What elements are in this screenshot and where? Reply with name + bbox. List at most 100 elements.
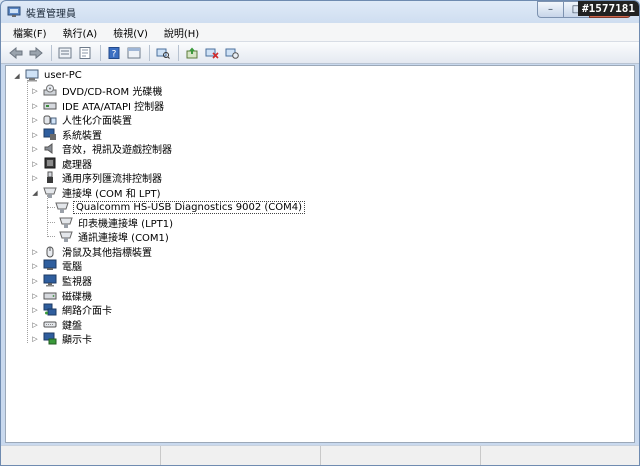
tree-item-sound[interactable]: ▷ 音效，視訊及遊戲控制器 (30, 141, 173, 156)
expand-arrow-icon[interactable]: ▷ (30, 159, 40, 169)
tree-item-keyboard[interactable]: ▷ 鍵盤 (30, 317, 83, 333)
status-segment (161, 446, 321, 465)
toolbar-separator (51, 44, 52, 61)
port-icon (59, 230, 73, 243)
expand-arrow-icon[interactable]: ▷ (30, 334, 40, 344)
window-title: 裝置管理員 (26, 8, 76, 20)
tree-connector (27, 78, 28, 343)
tree-item-com1[interactable]: 通訊連接埠 (COM1) (59, 229, 170, 244)
expand-arrow-icon[interactable]: ▷ (30, 291, 40, 301)
mouse-icon (43, 245, 57, 258)
svg-text:?: ? (112, 49, 117, 59)
forward-arrow-icon[interactable] (27, 44, 45, 62)
ide-controller-icon (43, 99, 57, 112)
status-segment (1, 446, 161, 465)
port-icon (55, 201, 69, 214)
tree-item-usb[interactable]: ▷ 通用序列匯流排控制器 (30, 170, 163, 185)
tree-root-user-pc[interactable]: ◢ user-PC (12, 68, 83, 83)
tree-label: 印表機連接埠 (LPT1) (78, 219, 174, 230)
title-bar[interactable]: 裝置管理員 – □ ✕ #1577181 (1, 1, 639, 23)
collapse-arrow-icon[interactable]: ◢ (30, 188, 40, 198)
tree-label: DVD/CD-ROM 光碟機 (62, 87, 163, 98)
expand-arrow-icon[interactable]: ▷ (30, 261, 40, 271)
tree-label: 通訊連接埠 (COM1) (78, 233, 169, 244)
tree-item-mouse[interactable]: ▷ 滑鼠及其他指標裝置 (30, 244, 153, 259)
toolbar: ? (1, 42, 639, 64)
monitor-icon (43, 274, 57, 287)
tree-item-display-adapters[interactable]: ▷ 顯示卡 (30, 331, 93, 346)
device-manager-window: 裝置管理員 – □ ✕ #1577181 檔案(F) 執行(A) 檢視(V) 說… (0, 0, 640, 466)
tree-label: 磁碟機 (62, 292, 92, 303)
disable-device-icon[interactable] (203, 44, 221, 62)
tree-label: 通用序列匯流排控制器 (62, 174, 162, 185)
device-tree-panel: ◢ user-PC ▷ DVD/CD-ROM 光碟機 ▷ IDE ATA/ATA… (5, 65, 635, 443)
tree-item-qualcomm-com4[interactable]: Qualcomm HS-USB Diagnostics 9002 (COM4) (55, 200, 306, 215)
tree-label: user-PC (44, 70, 82, 81)
tree-item-dvd-cdrom[interactable]: ▷ DVD/CD-ROM 光碟機 (30, 83, 163, 98)
dvd-drive-icon (43, 84, 57, 97)
tree-item-ide-ata[interactable]: ▷ IDE ATA/ATAPI 控制器 (30, 98, 165, 114)
tree-label: IDE ATA/ATAPI 控制器 (62, 102, 165, 113)
tree-connector (47, 236, 55, 237)
system-devices-icon (43, 128, 57, 141)
expand-arrow-icon[interactable]: ▷ (30, 101, 40, 111)
sound-icon (43, 142, 57, 155)
tree-item-network-adapters[interactable]: ▷ 網路介面卡 (30, 302, 113, 317)
scan-hardware-icon[interactable] (154, 44, 172, 62)
minimize-button[interactable]: – (537, 1, 563, 18)
expand-arrow-icon[interactable]: ▷ (30, 320, 40, 330)
menu-bar: 檔案(F) 執行(A) 檢視(V) 說明(H) (1, 23, 639, 42)
collapse-arrow-icon[interactable]: ◢ (12, 71, 22, 81)
help-page-icon[interactable] (76, 44, 94, 62)
expand-arrow-icon[interactable]: ▷ (30, 305, 40, 315)
expand-arrow-icon[interactable]: ▷ (30, 247, 40, 257)
watermark-id: #1577181 (578, 1, 639, 16)
show-view-icon[interactable] (125, 44, 143, 62)
tree-item-monitor[interactable]: ▷ 監視器 (30, 273, 93, 288)
expand-arrow-icon[interactable]: ▷ (30, 144, 40, 154)
port-icon (59, 216, 73, 229)
tree-item-system-devices[interactable]: ▷ 系統裝置 (30, 127, 103, 142)
tree-label: 滑鼠及其他指標裝置 (62, 248, 152, 259)
display-adapter-icon (43, 332, 57, 345)
toolbar-separator (100, 44, 101, 61)
tree-item-ports[interactable]: ◢ 連接埠 (COM 和 LPT) (30, 185, 162, 200)
computer-icon (25, 69, 39, 82)
device-manager-icon (7, 6, 21, 18)
expand-arrow-icon[interactable]: ▷ (30, 276, 40, 286)
tree-label: Qualcomm HS-USB Diagnostics 9002 (COM4) (73, 201, 306, 214)
tree-label: 處理器 (62, 160, 92, 171)
port-icon (43, 186, 57, 199)
disk-drive-icon (43, 289, 57, 302)
expand-arrow-icon[interactable]: ▷ (30, 115, 40, 125)
network-adapter-icon (43, 303, 57, 316)
tree-connector (47, 207, 55, 208)
update-driver-icon[interactable] (183, 44, 201, 62)
tree-item-processor[interactable]: ▷ 處理器 (30, 156, 93, 171)
tree-label: 電腦 (62, 262, 82, 273)
hid-icon (43, 113, 57, 126)
expand-arrow-icon[interactable]: ▷ (30, 86, 40, 96)
tree-item-disk-drives[interactable]: ▷ 磁碟機 (30, 288, 93, 304)
tree-label: 監視器 (62, 277, 92, 288)
tree-item-lpt1[interactable]: 印表機連接埠 (LPT1) (59, 215, 174, 230)
menu-file[interactable]: 檔案(F) (5, 25, 55, 40)
menu-help[interactable]: 說明(H) (156, 25, 207, 40)
tree-item-hid[interactable]: ▷ 人性化介面裝置 (30, 112, 133, 127)
menu-action[interactable]: 執行(A) (55, 25, 106, 40)
tree-label: 顯示卡 (62, 335, 92, 346)
uninstall-device-icon[interactable] (223, 44, 241, 62)
tree-label: 音效，視訊及遊戲控制器 (62, 145, 172, 156)
tree-item-computer[interactable]: ▷ 電腦 (30, 258, 83, 273)
expand-arrow-icon[interactable]: ▷ (30, 130, 40, 140)
expand-arrow-icon[interactable]: ▷ (30, 173, 40, 183)
tree-label: 鍵盤 (62, 321, 82, 332)
help-icon[interactable]: ? (105, 44, 123, 62)
properties-icon[interactable] (56, 44, 74, 62)
status-bar (1, 445, 639, 465)
computer-icon (43, 259, 57, 272)
usb-icon (43, 171, 57, 184)
menu-view[interactable]: 檢視(V) (105, 25, 156, 40)
tree-label: 人性化介面裝置 (62, 116, 132, 127)
back-arrow-icon[interactable] (7, 44, 25, 62)
